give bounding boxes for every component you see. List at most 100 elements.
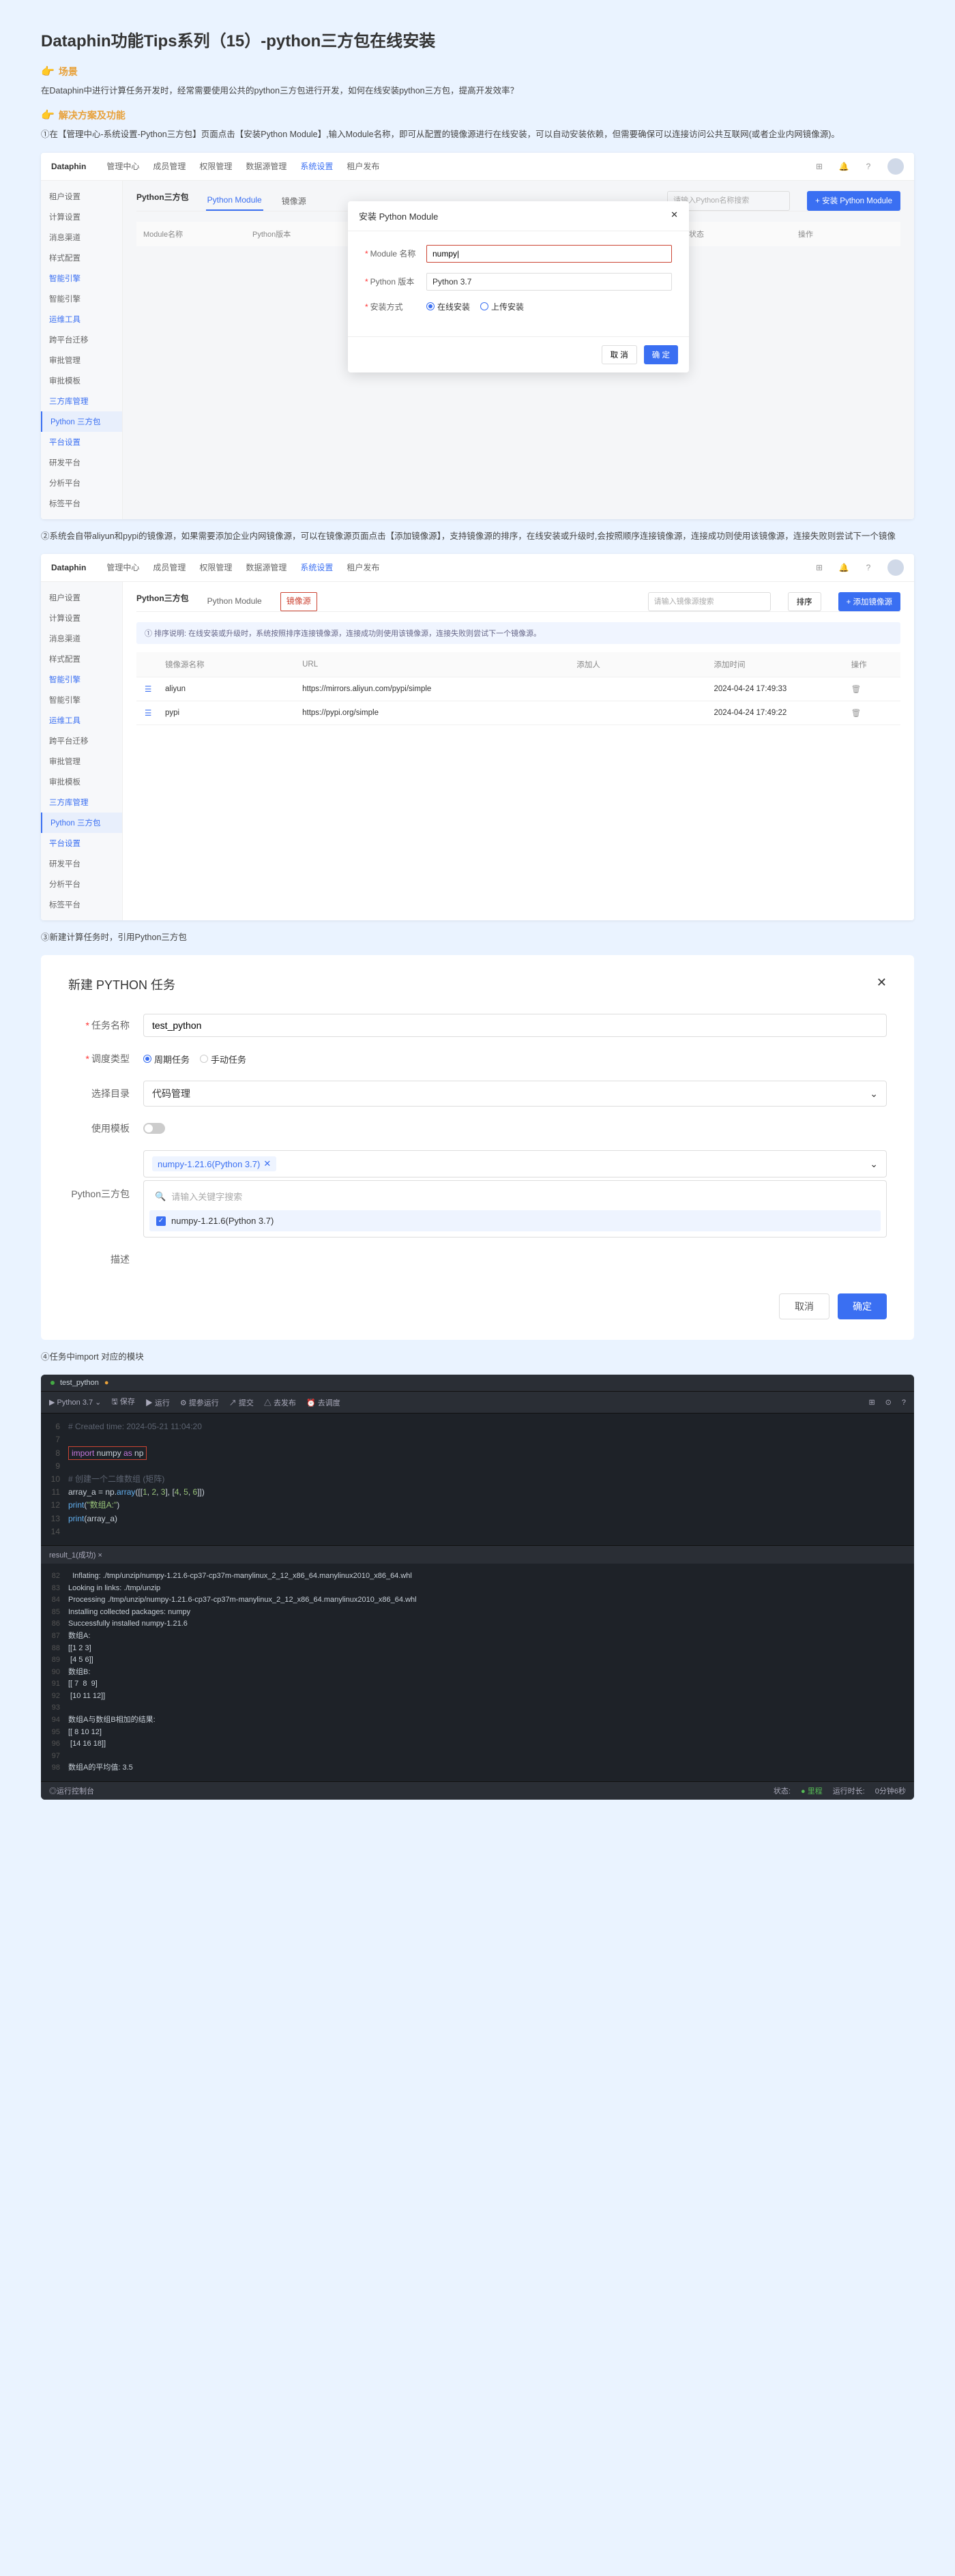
console-label[interactable]: ◎运行控制台 [49,1785,94,1796]
close-icon[interactable]: ✕ [877,976,887,993]
search-input[interactable]: 请输入镜像源搜索 [648,592,771,611]
sidebar: 租户设置 计算设置 消息渠道 样式配置 智能引擎 智能引擎 运维工具 跨平台迁移… [41,181,123,519]
code-line[interactable] [68,1525,914,1538]
code-line[interactable]: print("数组A:") [68,1499,914,1512]
toolbar-icon[interactable]: ⊞ [868,1398,875,1407]
install-modal: 安装 Python Module ✕ *Module 名称 *Python 版本… [348,201,689,372]
code-line[interactable]: import numpy as np [68,1447,914,1460]
delete-icon[interactable]: 🗑 [851,684,892,694]
output-line: [[ 8 10 12] [68,1727,914,1739]
add-mirror-button[interactable]: + 添加镜像源 [838,592,900,611]
sidebar-item[interactable]: 研发平台 [41,853,122,874]
ok-button[interactable]: 确 定 [644,345,678,364]
cancel-button[interactable]: 取 消 [602,345,637,364]
help-icon[interactable]: ? [863,161,874,172]
sidebar-item-python[interactable]: Python 三方包 [41,813,122,833]
nav-item[interactable]: 权限管理 [199,160,232,172]
col-head: 镜像源名称 [165,659,302,670]
package-select[interactable]: numpy-1.21.6(Python 3.7) ✕ ⌄ [143,1150,887,1177]
sidebar-item[interactable]: 标签平台 [41,493,122,514]
nav-item[interactable]: 成员管理 [153,160,186,172]
sidebar-item[interactable]: 租户设置 [41,587,122,608]
sidebar-item[interactable]: 跨平台迁移 [41,330,122,350]
close-icon[interactable]: ✕ [671,209,678,222]
bell-icon[interactable]: 🔔 [838,562,849,573]
python-version-select[interactable]: ▶ Python 3.7 ⌄ [49,1398,101,1407]
result-tab[interactable]: result_1(成功) × [41,1545,914,1564]
run-button[interactable]: ▶ 运行 [145,1397,170,1408]
sidebar-item-python[interactable]: Python 三方包 [41,411,122,432]
radio-manual[interactable]: 手动任务 [200,1053,246,1066]
toolbar-icon[interactable]: ? [902,1399,906,1407]
nav-item[interactable]: 系统设置 [300,561,333,573]
radio-upload[interactable]: 上传安装 [480,301,524,312]
avatar[interactable] [887,559,904,576]
code-line[interactable] [68,1460,914,1473]
table-row: ☰ aliyun https://mirrors.aliyun.com/pypi… [136,677,900,701]
code-line[interactable]: print(array_a) [68,1512,914,1525]
publish-button[interactable]: △ 去发布 [264,1397,296,1408]
radio-online[interactable]: 在线安装 [426,301,470,312]
avatar[interactable] [887,158,904,175]
version-select[interactable]: Python 3.7 [426,273,672,291]
sidebar-item[interactable]: 租户设置 [41,186,122,207]
module-name-input[interactable] [426,245,672,263]
code-line[interactable]: # 创建一个二维数组 (矩阵) [68,1473,914,1486]
sidebar-item[interactable]: 审批管理 [41,350,122,370]
toolbar-icon[interactable]: ⊙ [885,1398,892,1407]
sidebar-item[interactable]: 分析平台 [41,473,122,493]
sidebar-item[interactable]: 计算设置 [41,207,122,227]
nav-item[interactable]: 租户发布 [347,160,379,172]
sidebar-item[interactable]: 样式配置 [41,248,122,268]
dir-select[interactable]: 代码管理 ⌄ [143,1081,887,1107]
task-name-input[interactable] [143,1014,887,1037]
schedule-button[interactable]: ⏰ 去调度 [306,1397,340,1408]
param-run-button[interactable]: ⚙ 提参运行 [180,1397,219,1408]
nav-item[interactable]: 租户发布 [347,561,379,573]
sidebar-item[interactable]: 分析平台 [41,874,122,894]
sidebar-section: 平台设置 [41,833,122,853]
sidebar-item[interactable]: 审批模板 [41,772,122,792]
sidebar-item[interactable]: 审批模板 [41,370,122,391]
sidebar-item[interactable]: 消息渠道 [41,227,122,248]
sort-button[interactable]: 排序 [788,592,821,611]
nav-item[interactable]: 数据源管理 [246,160,286,172]
tab-mirror[interactable]: 镜像源 [280,191,308,211]
code-line[interactable] [68,1433,914,1446]
bell-icon[interactable]: 🔔 [838,161,849,172]
nav-item[interactable]: 系统设置 [300,160,333,172]
sidebar-item[interactable]: 智能引擎 [41,289,122,309]
submit-button[interactable]: ↗ 提交 [229,1397,254,1408]
sidebar-item[interactable]: 跨平台迁移 [41,731,122,751]
code-line[interactable]: # Created time: 2024-05-21 11:04:20 [68,1420,914,1433]
dropdown-search[interactable]: 🔍 请输入关键字搜索 [149,1186,881,1206]
cancel-button[interactable]: 取消 [779,1293,829,1319]
tab-module[interactable]: Python Module [206,191,263,211]
package-tag[interactable]: numpy-1.21.6(Python 3.7) ✕ [152,1156,276,1171]
nav-item[interactable]: 成员管理 [153,561,186,573]
file-tab[interactable]: test_python [60,1379,99,1387]
install-button[interactable]: + 安装 Python Module [807,191,900,211]
grid-icon[interactable]: ⊞ [814,161,825,172]
sidebar-item[interactable]: 研发平台 [41,452,122,473]
sidebar-item[interactable]: 消息渠道 [41,628,122,649]
sidebar-item[interactable]: 样式配置 [41,649,122,669]
dropdown-option[interactable]: ✓ numpy-1.21.6(Python 3.7) [149,1210,881,1231]
confirm-button[interactable]: 确定 [838,1293,887,1319]
tab-module[interactable]: Python Module [206,592,263,611]
tab-mirror[interactable]: 镜像源 [280,592,317,611]
delete-icon[interactable]: 🗑 [851,708,892,718]
sidebar-item[interactable]: 标签平台 [41,894,122,915]
nav-item[interactable]: 权限管理 [199,561,232,573]
grid-icon[interactable]: ⊞ [814,562,825,573]
code-line[interactable]: array_a = np.array([[1, 2, 3], [4, 5, 6]… [68,1486,914,1499]
nav-item[interactable]: 数据源管理 [246,561,286,573]
sidebar-item[interactable]: 审批管理 [41,751,122,772]
sidebar-item[interactable]: 智能引擎 [41,690,122,710]
step-text: ③新建计算任务时，引用Python三方包 [41,931,914,945]
save-button[interactable]: 🖫 保存 [111,1396,134,1409]
sidebar-item[interactable]: 计算设置 [41,608,122,628]
template-toggle[interactable] [143,1123,165,1134]
help-icon[interactable]: ? [863,562,874,573]
radio-periodic[interactable]: 周期任务 [143,1053,190,1066]
